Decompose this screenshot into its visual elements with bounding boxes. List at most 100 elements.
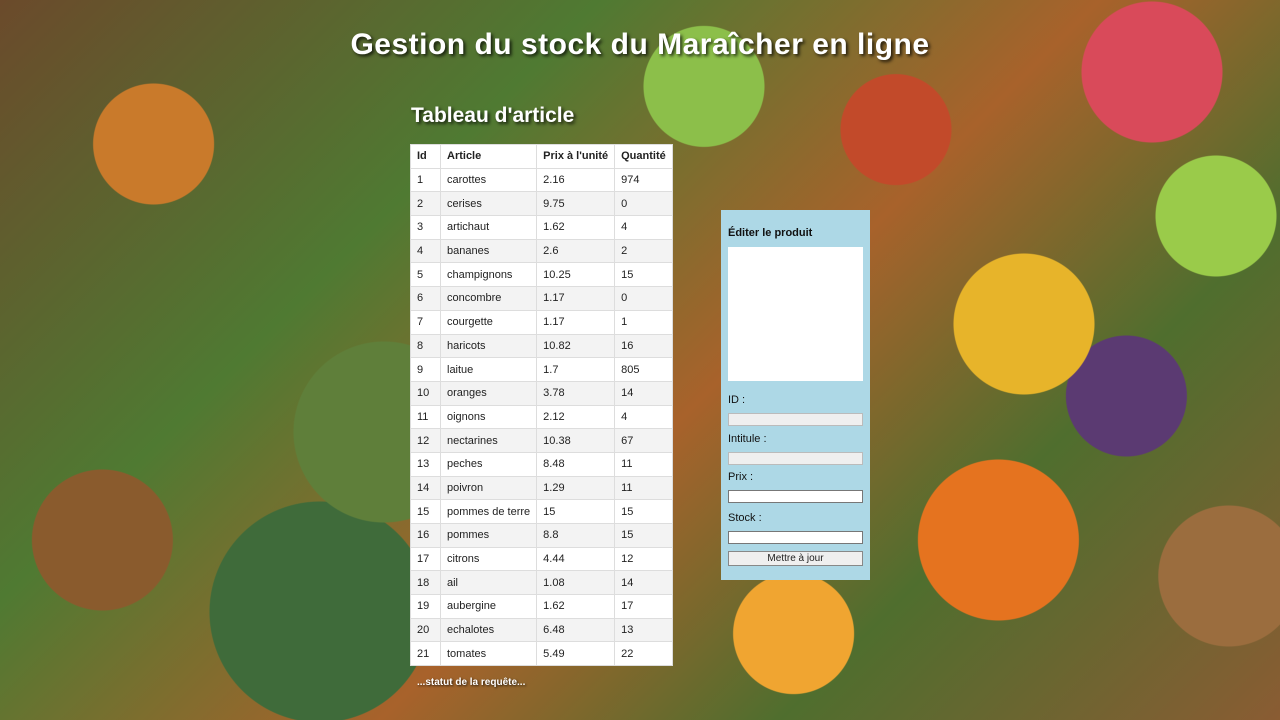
cell-article: bananes: [439, 238, 538, 264]
cell-id: 11: [410, 404, 441, 430]
cell-quantity: 16: [614, 333, 673, 359]
cell-quantity: 0: [614, 286, 673, 311]
table-row[interactable]: 11 oignons 2.12 4: [410, 404, 673, 430]
table-row[interactable]: 12 nectarines 10.38 67: [410, 428, 673, 453]
cell-quantity: 11: [614, 451, 673, 477]
table-row[interactable]: 14 poivron 1.29 11: [410, 475, 673, 501]
table-row[interactable]: 15 pommes de terre 15 15: [410, 499, 673, 524]
cell-article: oignons: [439, 404, 538, 430]
table-row[interactable]: 5 champignons 10.25 15: [410, 262, 673, 288]
table-row[interactable]: 18 ail 1.08 14: [410, 570, 673, 596]
column-header-article[interactable]: Article: [439, 144, 538, 169]
cell-quantity: 12: [614, 546, 673, 572]
cell-id: 5: [410, 262, 441, 288]
cell-price: 1.08: [536, 570, 616, 596]
column-header-price[interactable]: Prix à l'unité: [536, 144, 616, 169]
table-row[interactable]: 8 haricots 10.82 16: [410, 333, 673, 359]
cell-id: 19: [410, 594, 441, 619]
table-row[interactable]: 6 concombre 1.17 0: [410, 286, 673, 311]
cell-article: echalotes: [439, 617, 538, 643]
cell-article: pommes: [439, 523, 538, 548]
cell-article: nectarines: [439, 428, 538, 453]
table-row[interactable]: 17 citrons 4.44 12: [410, 546, 673, 572]
cell-article: aubergine: [439, 594, 538, 619]
price-label: Prix :: [728, 471, 754, 483]
cell-quantity: 805: [614, 357, 673, 382]
cell-article: peches: [439, 451, 538, 477]
cell-price: 1.17: [536, 309, 616, 335]
table-row[interactable]: 20 echalotes 6.48 13: [410, 617, 673, 643]
cell-article: carottes: [439, 167, 538, 193]
table-row[interactable]: 7 courgette 1.17 1: [410, 309, 673, 335]
cell-article: oranges: [439, 380, 538, 406]
table-row[interactable]: 9 laitue 1.7 805: [410, 357, 673, 382]
edit-product-panel: Éditer le produit ID : Intitule : Prix :…: [721, 210, 870, 580]
cell-price: 1.62: [536, 215, 616, 240]
cell-quantity: 974: [614, 167, 673, 193]
cell-price: 10.25: [536, 262, 616, 288]
product-image-placeholder: [728, 247, 863, 381]
cell-article: haricots: [439, 333, 538, 359]
stock-field[interactable]: [728, 531, 863, 544]
table-row[interactable]: 10 oranges 3.78 14: [410, 380, 673, 406]
table-row[interactable]: 19 aubergine 1.62 17: [410, 594, 673, 619]
cell-quantity: 4: [614, 215, 673, 240]
cell-id: 9: [410, 357, 441, 382]
stock-label: Stock :: [728, 512, 762, 524]
cell-price: 4.44: [536, 546, 616, 572]
price-field[interactable]: [728, 490, 863, 503]
cell-id: 17: [410, 546, 441, 572]
cell-price: 1.62: [536, 594, 616, 619]
cell-id: 8: [410, 333, 441, 359]
cell-article: courgette: [439, 309, 538, 335]
cell-quantity: 13: [614, 617, 673, 643]
cell-price: 3.78: [536, 380, 616, 406]
cell-quantity: 1: [614, 309, 673, 335]
cell-id: 12: [410, 428, 441, 453]
cell-quantity: 14: [614, 380, 673, 406]
cell-price: 2.12: [536, 404, 616, 430]
cell-price: 10.38: [536, 428, 616, 453]
cell-id: 4: [410, 238, 441, 264]
table-row[interactable]: 16 pommes 8.8 15: [410, 523, 673, 548]
edit-panel-title: Éditer le produit: [728, 227, 813, 239]
cell-quantity: 4: [614, 404, 673, 430]
name-label: Intitule :: [728, 433, 767, 445]
cell-quantity: 15: [614, 523, 673, 548]
cell-quantity: 0: [614, 191, 673, 217]
cell-price: 1.29: [536, 475, 616, 501]
cell-id: 15: [410, 499, 441, 524]
cell-id: 14: [410, 475, 441, 501]
table-row[interactable]: 1 carottes 2.16 974: [410, 167, 673, 193]
id-field[interactable]: [728, 413, 863, 426]
cell-price: 1.7: [536, 357, 616, 382]
articles-table: Id Article Prix à l'unité Quantité 1 caro…: [410, 144, 673, 667]
table-title: Tableau d'article: [411, 104, 575, 127]
cell-id: 1: [410, 167, 441, 193]
update-button[interactable]: Mettre à jour: [728, 551, 863, 566]
table-row[interactable]: 13 peches 8.48 11: [410, 451, 673, 477]
name-field[interactable]: [728, 452, 863, 465]
cell-quantity: 22: [614, 641, 673, 667]
table-row[interactable]: 21 tomates 5.49 22: [410, 641, 673, 667]
table-row[interactable]: 4 bananes 2.6 2: [410, 238, 673, 264]
column-header-quantity[interactable]: Quantité: [614, 144, 673, 169]
table-row[interactable]: 3 artichaut 1.62 4: [410, 215, 673, 240]
table-row[interactable]: 2 cerises 9.75 0: [410, 191, 673, 217]
cell-id: 2: [410, 191, 441, 217]
cell-id: 3: [410, 215, 441, 240]
cell-quantity: 14: [614, 570, 673, 596]
cell-article: ail: [439, 570, 538, 596]
cell-id: 20: [410, 617, 441, 643]
column-header-id[interactable]: Id: [410, 144, 441, 169]
cell-id: 16: [410, 523, 441, 548]
cell-price: 6.48: [536, 617, 616, 643]
cell-article: artichaut: [439, 215, 538, 240]
cell-quantity: 11: [614, 475, 673, 501]
id-label: ID :: [728, 394, 746, 406]
cell-price: 2.6: [536, 238, 616, 264]
cell-quantity: 2: [614, 238, 673, 264]
cell-id: 7: [410, 309, 441, 335]
cell-id: 18: [410, 570, 441, 596]
cell-id: 6: [410, 286, 441, 311]
